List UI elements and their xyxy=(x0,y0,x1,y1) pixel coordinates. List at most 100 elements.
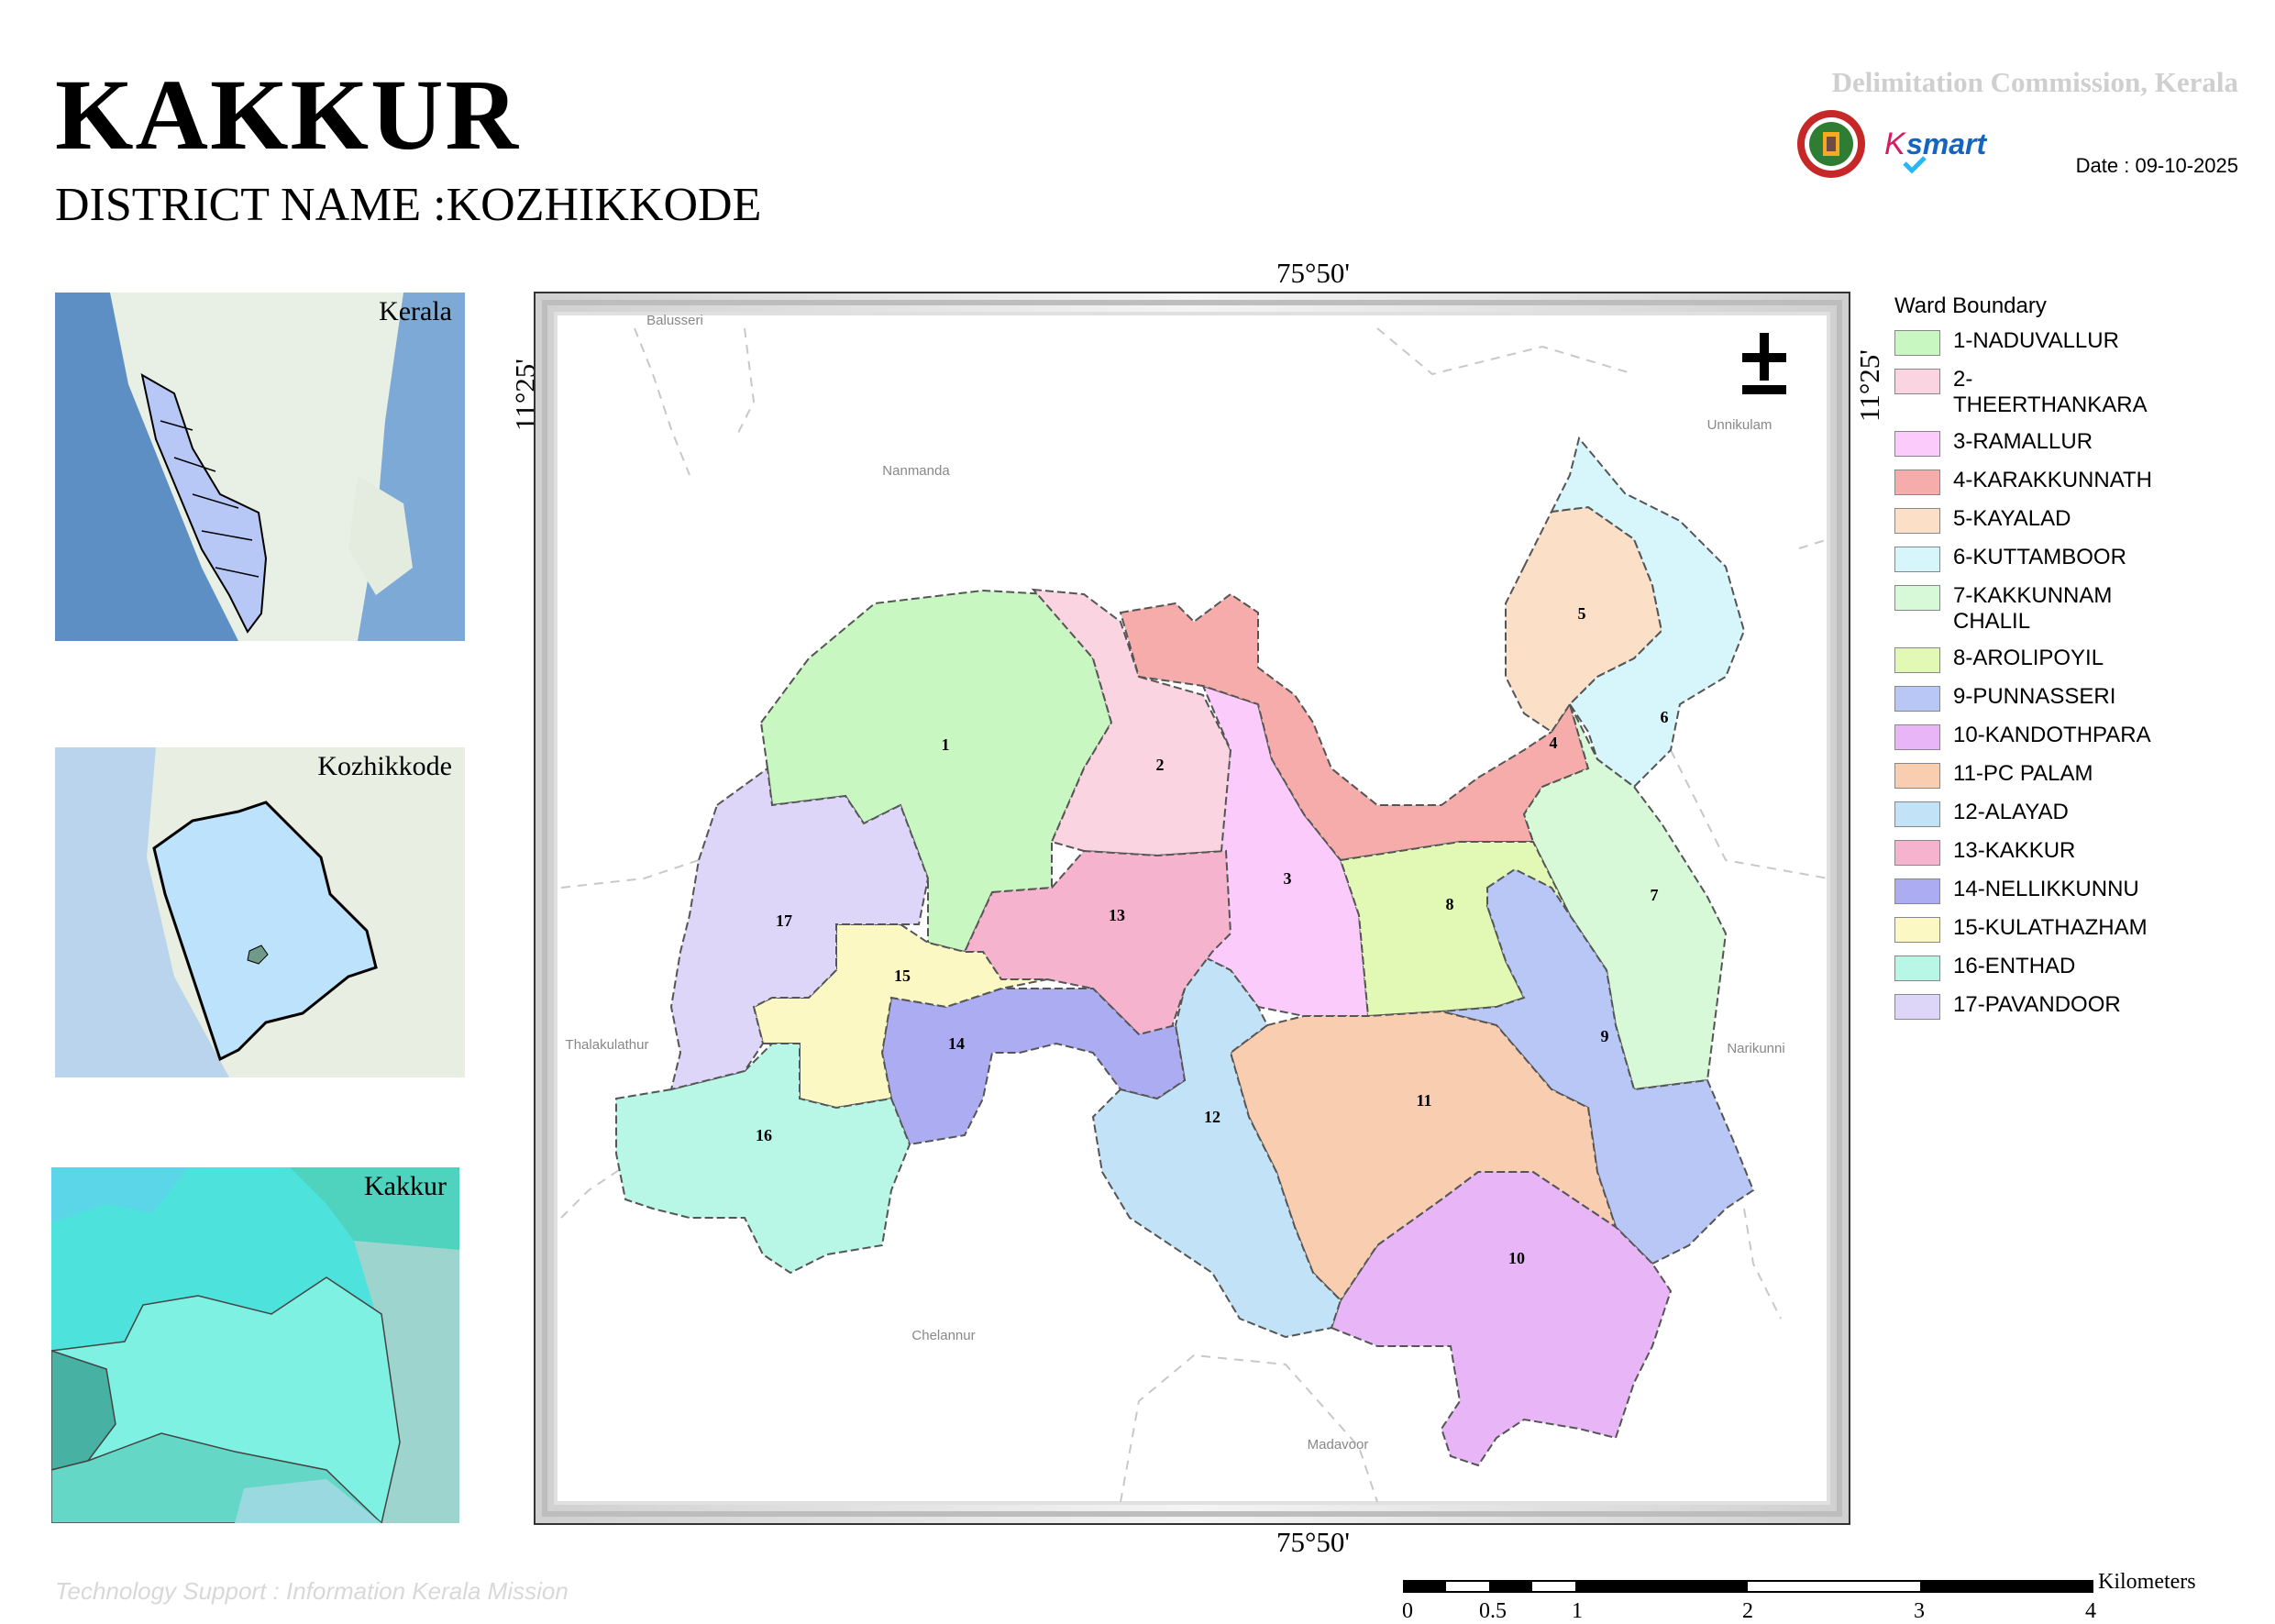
kozhikode-inset-label: Kozhikkode xyxy=(317,751,452,781)
ward-14-label: 14 xyxy=(948,1034,965,1053)
scale-tick-label: 2 xyxy=(1742,1599,1753,1623)
legend-swatch xyxy=(1894,470,1940,495)
legend-item: 15-KULATHAZHAM xyxy=(1894,915,2155,943)
longitude-bottom-label: 75°50' xyxy=(1276,1526,1350,1558)
ward-3-label: 3 xyxy=(1284,869,1292,888)
scale-tick-label: 1 xyxy=(1572,1599,1583,1623)
legend-item: 16-ENTHAD xyxy=(1894,954,2155,981)
scale-tick-label: 0.5 xyxy=(1479,1599,1507,1623)
scale-unit-label: Kilometers xyxy=(2098,1570,2196,1594)
legend-swatch xyxy=(1894,763,1940,789)
legend-items: 1-NADUVALLUR 2-THEERTHANKARA 3-RAMALLUR 4-K… xyxy=(1894,328,2155,1020)
legend-label: 15-KULATHAZHAM xyxy=(1953,915,2148,940)
longitude-top-label: 75°50' xyxy=(1276,257,1350,289)
legend-item: 4-KARAKKUNNATH xyxy=(1894,468,2155,495)
legend-item: 13-KAKKUR xyxy=(1894,838,2155,866)
legend-item: 6-KUTTAMBOOR xyxy=(1894,545,2155,572)
organization-name: Delimitation Commission, Kerala xyxy=(1831,66,2238,98)
legend-item: 2-THEERTHANKARA xyxy=(1894,367,2155,418)
kerala-inset-label: Kerala xyxy=(379,296,452,326)
legend-swatch xyxy=(1894,585,1940,611)
legend-item: 8-AROLIPOYIL xyxy=(1894,646,2155,673)
map-date: Date : 09-10-2025 xyxy=(2075,154,2238,177)
legend-label: 2-THEERTHANKARA xyxy=(1953,367,2148,417)
legend-swatch xyxy=(1894,547,1940,572)
scale-tick-label: 3 xyxy=(1914,1599,1925,1623)
ward-13-label: 13 xyxy=(1109,906,1125,924)
legend-swatch xyxy=(1894,508,1940,534)
legend-label: 8-AROLIPOYIL xyxy=(1953,646,2104,670)
legend-swatch xyxy=(1894,686,1940,712)
legend-label: 10-KANDOTHPARA xyxy=(1953,723,2151,747)
scale-tick-label: 4 xyxy=(2085,1599,2096,1623)
kozhikode-inset-map: Kozhikkode xyxy=(55,747,465,1077)
ward-5-label: 5 xyxy=(1578,604,1586,623)
legend-label: 4-KARAKKUNNATH xyxy=(1953,468,2152,492)
legend-label: 13-KAKKUR xyxy=(1953,838,2076,863)
scale-bar xyxy=(1403,1580,2093,1593)
legend-label: 7-KAKKUNNAM CHALIL xyxy=(1953,583,2113,634)
neighbor-balusseri-label: Balusseri xyxy=(646,313,703,328)
legend-label: 17-PAVANDOOR xyxy=(1953,992,2121,1017)
neighbor-chelannur-label: Chelannur xyxy=(911,1328,975,1343)
legend-item: 7-KAKKUNNAM CHALIL xyxy=(1894,583,2155,635)
legend-label: 1-NADUVALLUR xyxy=(1953,328,2119,353)
kozhikode-inset-graphic xyxy=(55,747,465,1077)
legend-item: 9-PUNNASSERI xyxy=(1894,684,2155,712)
ward-11-label: 11 xyxy=(1416,1091,1431,1110)
legend-swatch xyxy=(1894,878,1940,904)
ward-4-label: 4 xyxy=(1550,734,1558,752)
election-commission-seal-logo xyxy=(1797,110,1865,178)
scale-tick-label: 0 xyxy=(1402,1599,1413,1623)
legend-label: 16-ENTHAD xyxy=(1953,954,2076,978)
legend-swatch xyxy=(1894,647,1940,673)
legend-swatch xyxy=(1894,994,1940,1020)
neighbor-thalakulathur-label: Thalakulathur xyxy=(566,1037,649,1053)
legend-item: 3-RAMALLUR xyxy=(1894,429,2155,457)
kakkur-inset-map: Kakkur xyxy=(51,1167,459,1523)
legend-label: 11-PC PALAM xyxy=(1953,761,2093,786)
legend-label: 6-KUTTAMBOOR xyxy=(1953,545,2126,569)
legend-item: 10-KANDOTHPARA xyxy=(1894,723,2155,750)
latitude-right-label: 11°25' xyxy=(1853,349,1885,422)
svg-text:smart: smart xyxy=(1906,127,1988,160)
legend-swatch xyxy=(1894,330,1940,356)
ward-8-label: 8 xyxy=(1446,895,1454,913)
main-ward-map: 1 2 3 4 5 6 7 8 9 10 11 12 13 14 15 16 1… xyxy=(534,292,1850,1525)
ward-6-label: 6 xyxy=(1661,708,1669,726)
legend-item: 12-ALAYAD xyxy=(1894,800,2155,827)
legend-swatch xyxy=(1894,956,1940,981)
ksmart-logo: K smart xyxy=(1884,127,1988,174)
map-legend: Ward Boundary 1-NADUVALLUR 2-THEERTHANKAR… xyxy=(1894,293,2155,1033)
legend-swatch xyxy=(1894,801,1940,827)
neighbor-unnikulam-label: Unnikulam xyxy=(1707,417,1773,433)
ward-17-label: 17 xyxy=(776,911,792,930)
neighbor-madavoor-label: Madavoor xyxy=(1308,1437,1369,1453)
kerala-inset-map: Kerala xyxy=(55,293,465,641)
legend-item: 17-PAVANDOOR xyxy=(1894,992,2155,1020)
footer-credit: Technology Support : Information Kerala … xyxy=(55,1577,569,1605)
legend-swatch xyxy=(1894,917,1940,943)
legend-swatch xyxy=(1894,431,1940,457)
legend-swatch xyxy=(1894,369,1940,394)
page-title: KAKKUR xyxy=(55,59,520,171)
ward-16-label: 16 xyxy=(756,1126,772,1144)
kakkur-inset-graphic xyxy=(51,1167,459,1523)
legend-label: 9-PUNNASSERI xyxy=(1953,684,2116,709)
neighbor-nanmanda-label: Nanmanda xyxy=(882,463,950,479)
legend-label: 14-NELLIKKUNNU xyxy=(1953,877,2139,901)
legend-item: 14-NELLIKKUNNU xyxy=(1894,877,2155,904)
ward-15-label: 15 xyxy=(894,967,911,985)
ward-1-label: 1 xyxy=(942,735,950,754)
ward-2-label: 2 xyxy=(1156,756,1165,774)
ward-7-label: 7 xyxy=(1651,886,1659,904)
legend-label: 5-KAYALAD xyxy=(1953,506,2071,531)
legend-item: 11-PC PALAM xyxy=(1894,761,2155,789)
ward-12-label: 12 xyxy=(1204,1108,1220,1126)
kerala-inset-graphic xyxy=(55,293,465,641)
legend-swatch xyxy=(1894,724,1940,750)
legend-title: Ward Boundary xyxy=(1894,293,2047,318)
legend-label: 3-RAMALLUR xyxy=(1953,429,2093,454)
ward-10-label: 10 xyxy=(1508,1249,1525,1267)
ward-9-label: 9 xyxy=(1601,1027,1609,1045)
